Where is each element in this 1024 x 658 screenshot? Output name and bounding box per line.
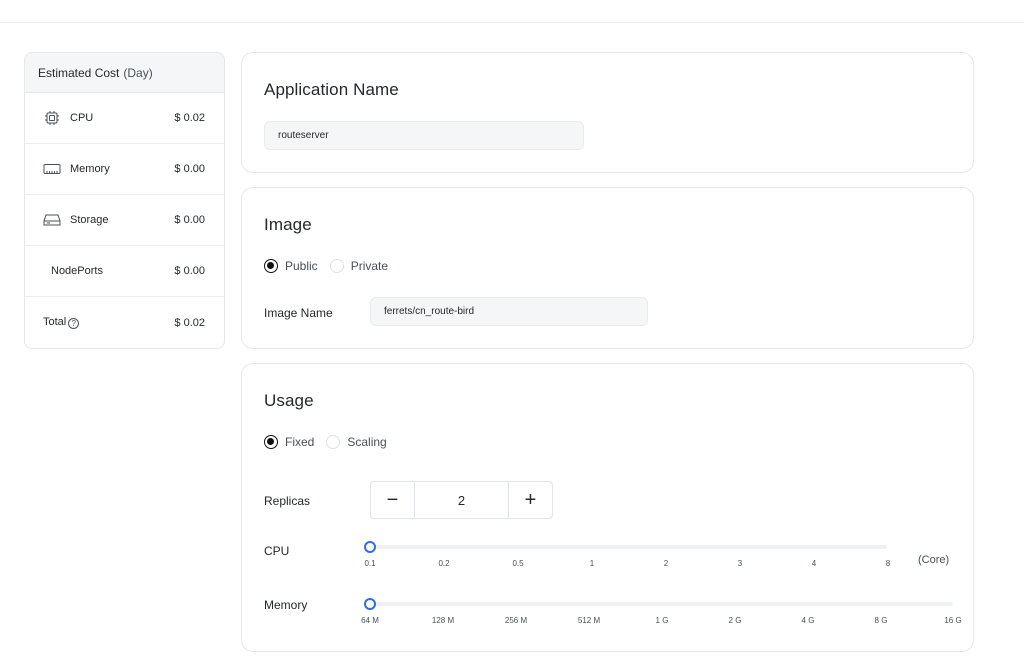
cost-label-total: Total: [43, 316, 67, 328]
memory-tick-label[interactable]: 2 G: [729, 616, 742, 625]
cost-row-cpu: CPU $ 0.02: [25, 93, 224, 144]
cost-label-cpu: CPU: [70, 112, 94, 124]
cost-label-nodeports: NodePorts: [51, 265, 103, 277]
radio-scaling-label[interactable]: Scaling: [347, 435, 386, 449]
cost-value-cpu: $ 0.02: [174, 112, 205, 124]
storage-icon: [43, 211, 61, 229]
cpu-tick-label[interactable]: 8: [886, 559, 890, 568]
cost-row-nodeports: NodePorts $ 0.00: [25, 246, 224, 297]
usage-card: Usage Fixed Scaling Replicas − 2 + CPU 0…: [241, 363, 974, 652]
cost-period: (Day): [123, 65, 153, 80]
application-name-card: Application Name routeserver: [241, 52, 974, 173]
radio-private-label[interactable]: Private: [351, 259, 388, 273]
memory-slider-handle[interactable]: [364, 598, 376, 610]
image-title: Image: [264, 215, 312, 234]
radio-fixed-label[interactable]: Fixed: [285, 435, 314, 449]
replicas-stepper: − 2 +: [370, 481, 553, 519]
memory-label: Memory: [264, 598, 308, 612]
cost-title: Estimated Cost: [38, 65, 120, 80]
memory-tick-label[interactable]: 64 M: [361, 616, 379, 625]
memory-tick-label[interactable]: 16 G: [944, 616, 961, 625]
replicas-label: Replicas: [264, 494, 311, 508]
cpu-tick-label[interactable]: 0.1: [364, 559, 375, 568]
radio-public-dot[interactable]: [264, 259, 278, 273]
cpu-tick-label[interactable]: 2: [664, 559, 668, 568]
radio-fixed[interactable]: Fixed: [264, 435, 314, 449]
cost-label-memory: Memory: [70, 163, 110, 175]
memory-tick-label[interactable]: 4 G: [802, 616, 815, 625]
cpu-icon: [43, 109, 61, 127]
cost-row-memory: Memory $ 0.00: [25, 144, 224, 195]
application-name-title: Application Name: [264, 80, 399, 99]
cpu-label: CPU: [264, 544, 290, 558]
image-name-input[interactable]: ferrets/cn_route-bird: [370, 297, 648, 326]
usage-mode-radio-group: Fixed Scaling: [264, 435, 399, 449]
cost-row-total: Total? $ 0.02: [25, 297, 224, 348]
cost-value-memory: $ 0.00: [174, 163, 205, 175]
replicas-decrement-button[interactable]: −: [371, 482, 415, 518]
top-bar: [0, 0, 1024, 23]
memory-tick-label[interactable]: 8 G: [875, 616, 888, 625]
memory-tick-label[interactable]: 1 G: [656, 616, 669, 625]
radio-scaling-dot[interactable]: [326, 435, 341, 449]
application-name-input[interactable]: routeserver: [264, 121, 584, 150]
estimated-cost-panel: Estimated Cost (Day) CPU $ 0.02 Memory $…: [24, 52, 225, 349]
cpu-tick-label[interactable]: 0.5: [512, 559, 523, 568]
usage-title: Usage: [264, 391, 314, 410]
image-card: Image Public Private Image Name ferrets/…: [241, 187, 974, 349]
memory-tick-label[interactable]: 128 M: [432, 616, 454, 625]
cpu-tick-label[interactable]: 3: [738, 559, 742, 568]
cpu-slider-track[interactable]: [370, 545, 887, 549]
cost-value-total: $ 0.02: [174, 316, 205, 329]
image-name-label: Image Name: [264, 306, 333, 320]
replicas-increment-button[interactable]: +: [508, 482, 552, 518]
memory-slider-track[interactable]: [370, 602, 953, 606]
cost-label-storage: Storage: [70, 214, 109, 226]
cpu-tick-label[interactable]: 0.2: [438, 559, 449, 568]
cost-value-storage: $ 0.00: [174, 214, 205, 226]
memory-icon: [43, 160, 61, 178]
memory-tick-label[interactable]: 256 M: [505, 616, 527, 625]
cpu-tick-label[interactable]: 4: [812, 559, 816, 568]
radio-private-dot[interactable]: [329, 259, 344, 273]
cost-value-nodeports: $ 0.00: [174, 265, 205, 277]
cost-label-total-wrap: Total?: [43, 316, 174, 329]
radio-public[interactable]: Public: [264, 259, 318, 273]
cpu-tick-label[interactable]: 1: [590, 559, 594, 568]
replicas-value[interactable]: 2: [415, 482, 508, 518]
radio-private[interactable]: Private: [329, 259, 388, 273]
radio-scaling[interactable]: Scaling: [326, 435, 387, 449]
radio-public-label[interactable]: Public: [285, 259, 318, 273]
image-visibility-radio-group: Public Private: [264, 259, 400, 273]
cost-header: Estimated Cost (Day): [25, 53, 224, 93]
help-icon[interactable]: ?: [68, 318, 80, 329]
memory-tick-label[interactable]: 512 M: [578, 616, 600, 625]
cost-row-storage: Storage $ 0.00: [25, 195, 224, 246]
cpu-slider-handle[interactable]: [364, 541, 376, 553]
radio-fixed-dot[interactable]: [264, 435, 278, 449]
cpu-unit: (Core): [918, 554, 950, 566]
